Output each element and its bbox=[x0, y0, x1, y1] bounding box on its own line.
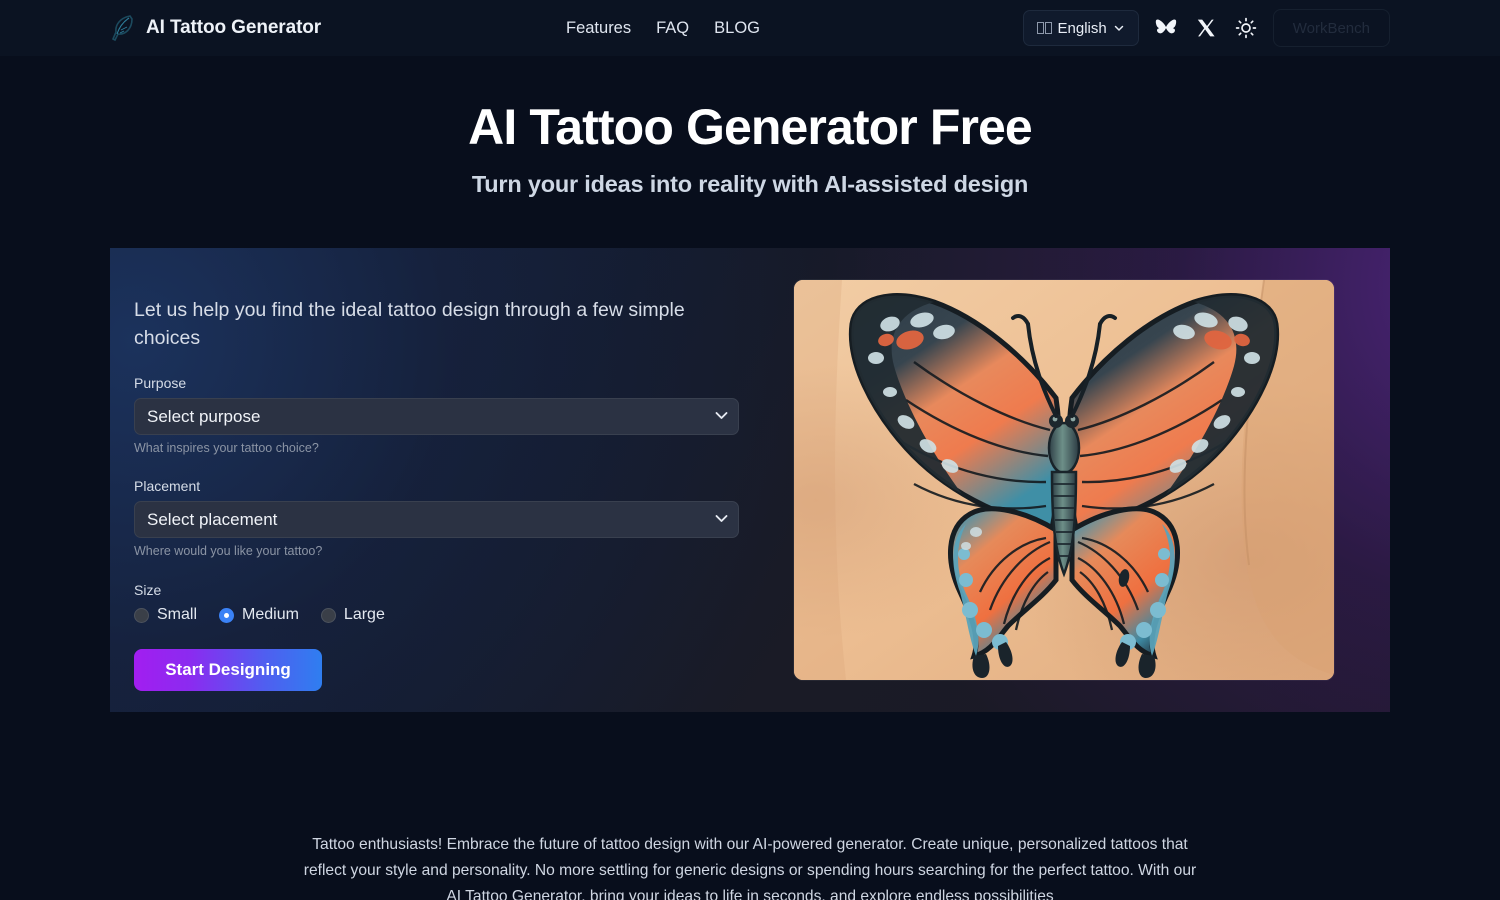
form-lead-text: Let us help you find the ideal tattoo de… bbox=[134, 299, 685, 349]
language-selector[interactable]: English bbox=[1022, 10, 1139, 46]
designer-card: Let us help you find the ideal tattoo de… bbox=[110, 248, 1390, 712]
placement-select[interactable]: Select placement bbox=[134, 501, 739, 538]
start-designing-button[interactable]: Start Designing bbox=[134, 649, 322, 691]
radio-indicator bbox=[134, 607, 149, 623]
flag-placeholder-icon bbox=[1036, 22, 1052, 34]
radio-indicator-selected bbox=[219, 607, 235, 623]
brand-logo[interactable]: AI Tattoo Generator bbox=[110, 13, 321, 43]
workbench-button[interactable]: WorkBench bbox=[1272, 9, 1390, 47]
purpose-hint: What inspires your tattoo choice? bbox=[134, 441, 319, 455]
tattoo-preview-image bbox=[794, 280, 1334, 680]
placement-select-wrap: Select placement bbox=[134, 501, 739, 538]
nav-link-features[interactable]: Features bbox=[566, 19, 631, 38]
page-root: AI Tattoo Generator Features FAQ BLOG En… bbox=[0, 0, 1500, 900]
brand-title: AI Tattoo Generator bbox=[146, 17, 322, 38]
size-radio-small-label: Small bbox=[157, 606, 198, 623]
main-nav: Features FAQ BLOG bbox=[566, 19, 760, 38]
intro-paragraph: Tattoo enthusiasts! Embrace the future o… bbox=[303, 836, 1197, 900]
page-title: AI Tattoo Generator Free bbox=[468, 99, 1033, 155]
feather-quill-icon bbox=[111, 15, 133, 42]
x-twitter-icon[interactable] bbox=[1193, 15, 1219, 41]
size-radio-small[interactable]: Small bbox=[134, 606, 197, 624]
size-radio-medium[interactable]: Medium bbox=[219, 606, 299, 624]
nav-link-blog[interactable]: BLOG bbox=[714, 19, 760, 38]
chevron-down-icon bbox=[1114, 25, 1123, 31]
placement-hint: Where would you like your tattoo? bbox=[134, 544, 323, 558]
header-actions: English WorkBench bbox=[1022, 9, 1390, 47]
language-label: English bbox=[1057, 19, 1107, 37]
designer-form: Let us help you find the ideal tattoo de… bbox=[134, 296, 764, 691]
radio-indicator bbox=[320, 607, 336, 623]
bluesky-butterfly-icon[interactable] bbox=[1153, 15, 1179, 41]
size-radio-large-label: Large bbox=[343, 606, 385, 623]
page-subtitle: Turn your ideas into reality with AI-ass… bbox=[471, 171, 1029, 197]
hero-section: AI Tattoo Generator Free Turn your ideas… bbox=[0, 94, 1500, 198]
site-header: AI Tattoo Generator Features FAQ BLOG En… bbox=[0, 0, 1500, 56]
purpose-select-wrap: Select purpose bbox=[134, 398, 739, 435]
nav-link-faq[interactable]: FAQ bbox=[656, 19, 689, 38]
placement-label: Placement bbox=[134, 478, 201, 494]
sun-icon[interactable] bbox=[1233, 15, 1259, 41]
size-label: Size bbox=[134, 582, 162, 598]
size-radio-medium-label: Medium bbox=[242, 606, 299, 623]
size-radio-large[interactable]: Large bbox=[320, 606, 385, 624]
purpose-label: Purpose bbox=[134, 375, 187, 391]
purpose-select[interactable]: Select purpose bbox=[134, 398, 739, 435]
size-radio-group: Small Medium Large bbox=[134, 606, 764, 624]
